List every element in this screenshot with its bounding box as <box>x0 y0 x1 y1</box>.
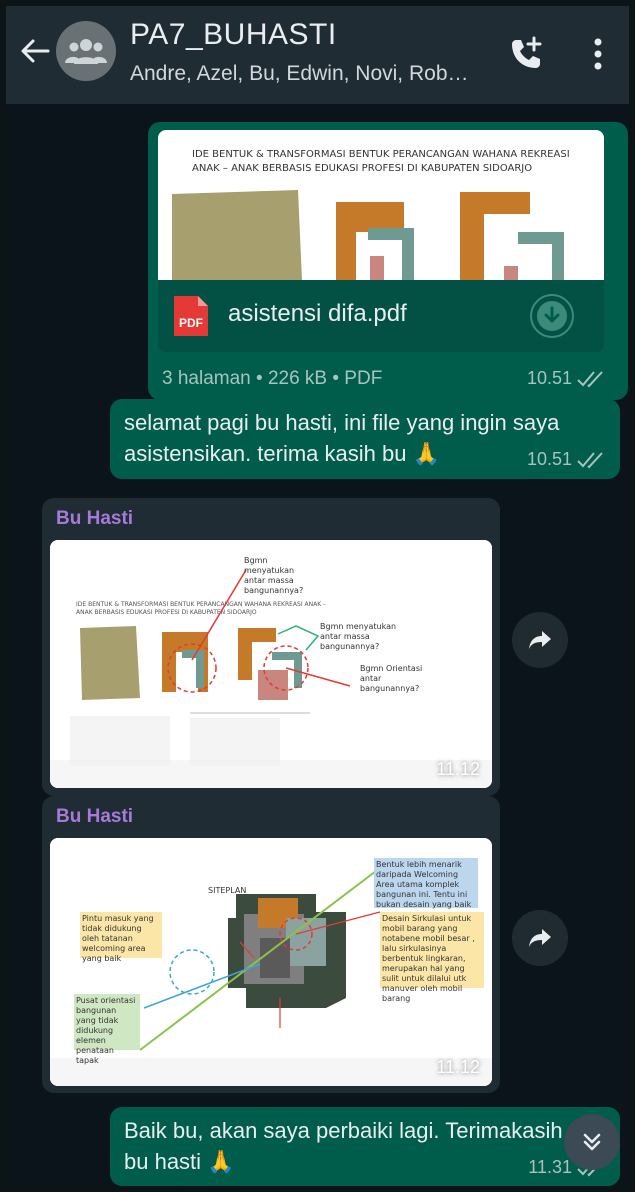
incoming-image-message[interactable]: Bu Hasti IDE BENTUK & TRANSFORMASI BENTU… <box>42 498 500 796</box>
download-button[interactable] <box>530 294 574 338</box>
message-time-text: 10.51 <box>526 449 572 469</box>
group-title[interactable]: PA7_BUHASTI <box>130 18 337 52</box>
incoming-image-message[interactable]: Bu Hasti SITEPLAN Bentuk lebih menarik d… <box>42 796 500 1093</box>
image-time: 11.12 <box>436 759 480 779</box>
pdf-icon-label: PDF <box>179 316 203 330</box>
slide-annotation: Pusat orientasi bangunan yang tidak didu… <box>76 996 136 1065</box>
slide-label: SITEPLAN <box>208 886 247 895</box>
group-avatar[interactable] <box>56 21 116 81</box>
document-file-row[interactable]: PDF asistensi difa.pdf <box>158 280 604 352</box>
add-call-icon[interactable] <box>506 34 546 74</box>
forward-icon <box>529 631 551 649</box>
message-text: selamat pagi bu hasti, ini file yang ing… <box>124 410 560 466</box>
download-icon <box>537 301 567 331</box>
message-time: 10.51 <box>527 368 606 389</box>
slide-title-line: IDE BENTUK & TRANSFORMASI BENTUK PERANCA… <box>76 601 326 608</box>
forward-icon <box>529 929 551 947</box>
message-time: 10.51 <box>527 449 606 470</box>
slide-annotation: Pintu masuk yang tidak didukung oleh tat… <box>82 914 154 963</box>
document-preview[interactable]: IDE BENTUK & TRANSFORMASI BENTUK PERANCA… <box>158 130 604 280</box>
document-message[interactable]: IDE BENTUK & TRANSFORMASI BENTUK PERANCA… <box>148 122 628 400</box>
arrow-left-icon[interactable] <box>18 34 52 68</box>
message-text: Baik bu, akan saya perbaiki lagi. Terima… <box>124 1118 563 1174</box>
image-attachment[interactable]: SITEPLAN Bentuk lebih menarik daripada W… <box>50 838 492 1086</box>
image-time: 11.12 <box>436 1057 480 1077</box>
double-check-icon <box>577 451 603 468</box>
message-time-text: 10.51 <box>526 368 572 388</box>
slide-title-line: ANAK BERBASIS EDUKASI PROFESI DI KABUPAT… <box>76 609 257 616</box>
document-file-name[interactable]: asistensi difa.pdf <box>228 300 407 328</box>
message-time-text: 11.31 <box>528 1157 572 1177</box>
group-icon <box>65 39 107 64</box>
sender-name[interactable]: Bu Hasti <box>56 508 133 530</box>
chat-header: PA7_BUHASTI Andre, Azel, Bu, Edwin, Novi… <box>6 6 629 104</box>
pdf-file-icon: PDF <box>174 296 208 336</box>
chevron-double-down-icon <box>583 1133 601 1151</box>
sender-name[interactable]: Bu Hasti <box>56 806 133 828</box>
scroll-to-bottom-button[interactable] <box>564 1114 620 1170</box>
group-members[interactable]: Andre, Azel, Bu, Edwin, Novi, Rob… <box>130 62 490 86</box>
forward-button[interactable] <box>512 910 568 966</box>
image-attachment[interactable]: IDE BENTUK & TRANSFORMASI BENTUK PERANCA… <box>50 540 492 788</box>
slide-annotation: Bgmn Orientasi antar bangunannya? <box>360 664 423 693</box>
outgoing-text-message[interactable]: selamat pagi bu hasti, ini file yang ing… <box>110 399 620 479</box>
document-meta: 3 halaman • 226 kB • PDF <box>162 368 383 389</box>
more-vertical-icon[interactable] <box>590 36 606 72</box>
slide-annotation: Desain Sirkulasi untuk mobil barang yang… <box>382 914 475 1003</box>
outgoing-text-message[interactable]: Baik bu, akan saya perbaiki lagi. Terima… <box>110 1107 620 1186</box>
slide-annotation: Bgmn menyatukan antar massa bangunannya? <box>320 622 397 651</box>
forward-button[interactable] <box>512 612 568 668</box>
slide-annotation: Bgmn menyatukan antar massa bangunannya? <box>244 556 304 595</box>
slide-annotation: Bentuk lebih menarik daripada Welcoming … <box>376 860 472 909</box>
document-preview-drawing <box>172 190 564 280</box>
double-check-icon <box>577 370 603 387</box>
chat-screen: PA7_BUHASTI Andre, Azel, Bu, Edwin, Novi… <box>6 6 629 1186</box>
